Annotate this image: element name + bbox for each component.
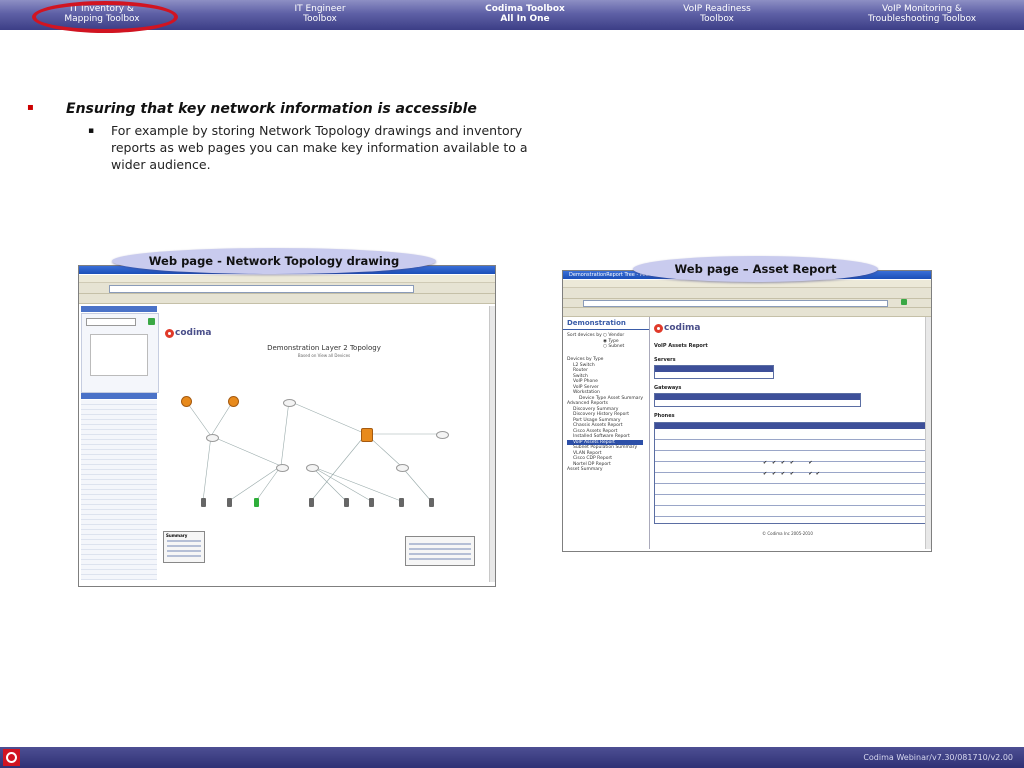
device-icon[interactable] (227, 498, 232, 507)
sub-bullet-marker: ▪ (88, 126, 95, 136)
topology-callout: Web page - Network Topology drawing (112, 248, 436, 274)
bullet-heading: Ensuring that key network information is… (66, 101, 477, 117)
tab-label-line1: Codima Toolbox (485, 4, 565, 14)
topology-webpage-screenshot: codima Demonstration Layer 2 Topology Ba… (78, 265, 496, 587)
network-cloud-icon (276, 464, 289, 472)
device-icon[interactable] (369, 498, 374, 507)
device-icon[interactable] (429, 498, 434, 507)
properties-header (81, 393, 157, 399)
diagram-canvas: codima Demonstration Layer 2 Topology Ba… (161, 306, 487, 582)
report-tree: Devices by Type L2 Switch Router Switch … (567, 357, 644, 473)
tab-label-line2: All In One (500, 14, 550, 24)
phones-table: ✔ ✔ ✔ ✔ ✔ ✔ ✔ ✔ ✔ ✔ ✔ (654, 422, 926, 524)
sort-option-subnet[interactable]: ○ Subnet (603, 344, 624, 350)
device-icon[interactable] (309, 498, 314, 507)
tab-voip-monitoring[interactable]: VoIP Monitoring & Troubleshooting Toolbo… (832, 4, 1012, 24)
servers-heading: Servers (654, 357, 676, 363)
properties-grid (81, 400, 157, 580)
topology-callout-label: Web page - Network Topology drawing (148, 254, 400, 268)
servers-table (654, 365, 774, 379)
tab-voip-readiness[interactable]: VoIP Readiness Toolbox (627, 4, 807, 24)
network-cloud-icon (436, 431, 449, 439)
gateways-heading: Gateways (654, 385, 682, 391)
server-icon[interactable] (361, 428, 373, 442)
report-footer: © Codima Inc 2005-2010 (762, 531, 813, 536)
device-icon[interactable] (344, 498, 349, 507)
sort-label: Sort devices by : (567, 333, 605, 338)
tree-item[interactable]: Asset Summary (567, 467, 643, 473)
tree-item[interactable]: Subnet Population Summary (567, 445, 643, 451)
go-button[interactable] (148, 318, 155, 325)
browser-tabs (79, 294, 495, 304)
asset-callout: Web page – Asset Report (633, 256, 878, 282)
overview-panel (81, 313, 159, 393)
go-button[interactable] (901, 299, 907, 305)
browser-toolbar (563, 288, 931, 299)
gateways-table (654, 393, 861, 407)
browser-toolbar (79, 283, 495, 294)
sidebar-title: Demonstration (567, 319, 626, 327)
device-icon[interactable] (399, 498, 404, 507)
sub-bullet-text: For example by storing Network Topology … (111, 123, 528, 172)
tab-label-line2: Toolbox (303, 14, 337, 24)
tab-label-line2: Toolbox (700, 14, 734, 24)
router-icon[interactable] (181, 396, 192, 407)
tab-label-line2: Troubleshooting Toolbox (867, 14, 977, 24)
tab-label-line1: IT Engineer (294, 4, 346, 14)
report-pane: codima VoIP Assets Report Servers Gatewa… (650, 317, 926, 549)
tab-label-line1: VoIP Monitoring & (882, 4, 962, 14)
vertical-scrollbar[interactable] (489, 306, 495, 582)
asset-report-webpage-screenshot: DemonstrationReport Tree - Microsoft Int… (562, 270, 932, 552)
device-icon[interactable] (201, 498, 206, 507)
asset-callout-label: Web page – Asset Report (674, 262, 837, 276)
network-cloud-icon (283, 399, 296, 407)
tab-label-line1: VoIP Readiness (683, 4, 751, 14)
legend-box (405, 536, 475, 566)
vertical-scrollbar[interactable] (925, 317, 931, 549)
codima-logo: codima (654, 323, 701, 333)
diagram-thumbnail (90, 334, 148, 376)
address-row (563, 299, 931, 308)
view-select[interactable] (86, 318, 136, 326)
address-bar[interactable] (109, 285, 414, 293)
network-cloud-icon (396, 464, 409, 472)
highlight-ellipse (32, 1, 178, 33)
network-cloud-icon (306, 464, 319, 472)
left-panel-header (81, 306, 157, 312)
address-bar[interactable] (583, 300, 888, 307)
network-cloud-icon (206, 434, 219, 442)
report-title: VoIP Assets Report (654, 343, 708, 349)
tab-codima-toolbox[interactable]: Codima Toolbox All In One (435, 4, 615, 24)
device-icon[interactable] (254, 498, 259, 507)
browser-menubar (79, 275, 495, 283)
summary-box: Summary (163, 531, 205, 563)
router-icon[interactable] (228, 396, 239, 407)
phones-heading: Phones (654, 413, 675, 419)
codima-logo-icon (3, 749, 20, 766)
footer-version: Codima Webinar/v7.30/081710/v2.00 (863, 753, 1013, 762)
summary-label: Summary (166, 533, 188, 538)
google-toolbar (563, 308, 931, 317)
bullet-marker: ▪ (27, 102, 34, 113)
tab-it-engineer[interactable]: IT Engineer Toolbox (230, 4, 410, 24)
report-tree-pane: Demonstration Sort devices by : ○ Vendor… (563, 317, 650, 549)
brand-name: codima (664, 323, 701, 333)
